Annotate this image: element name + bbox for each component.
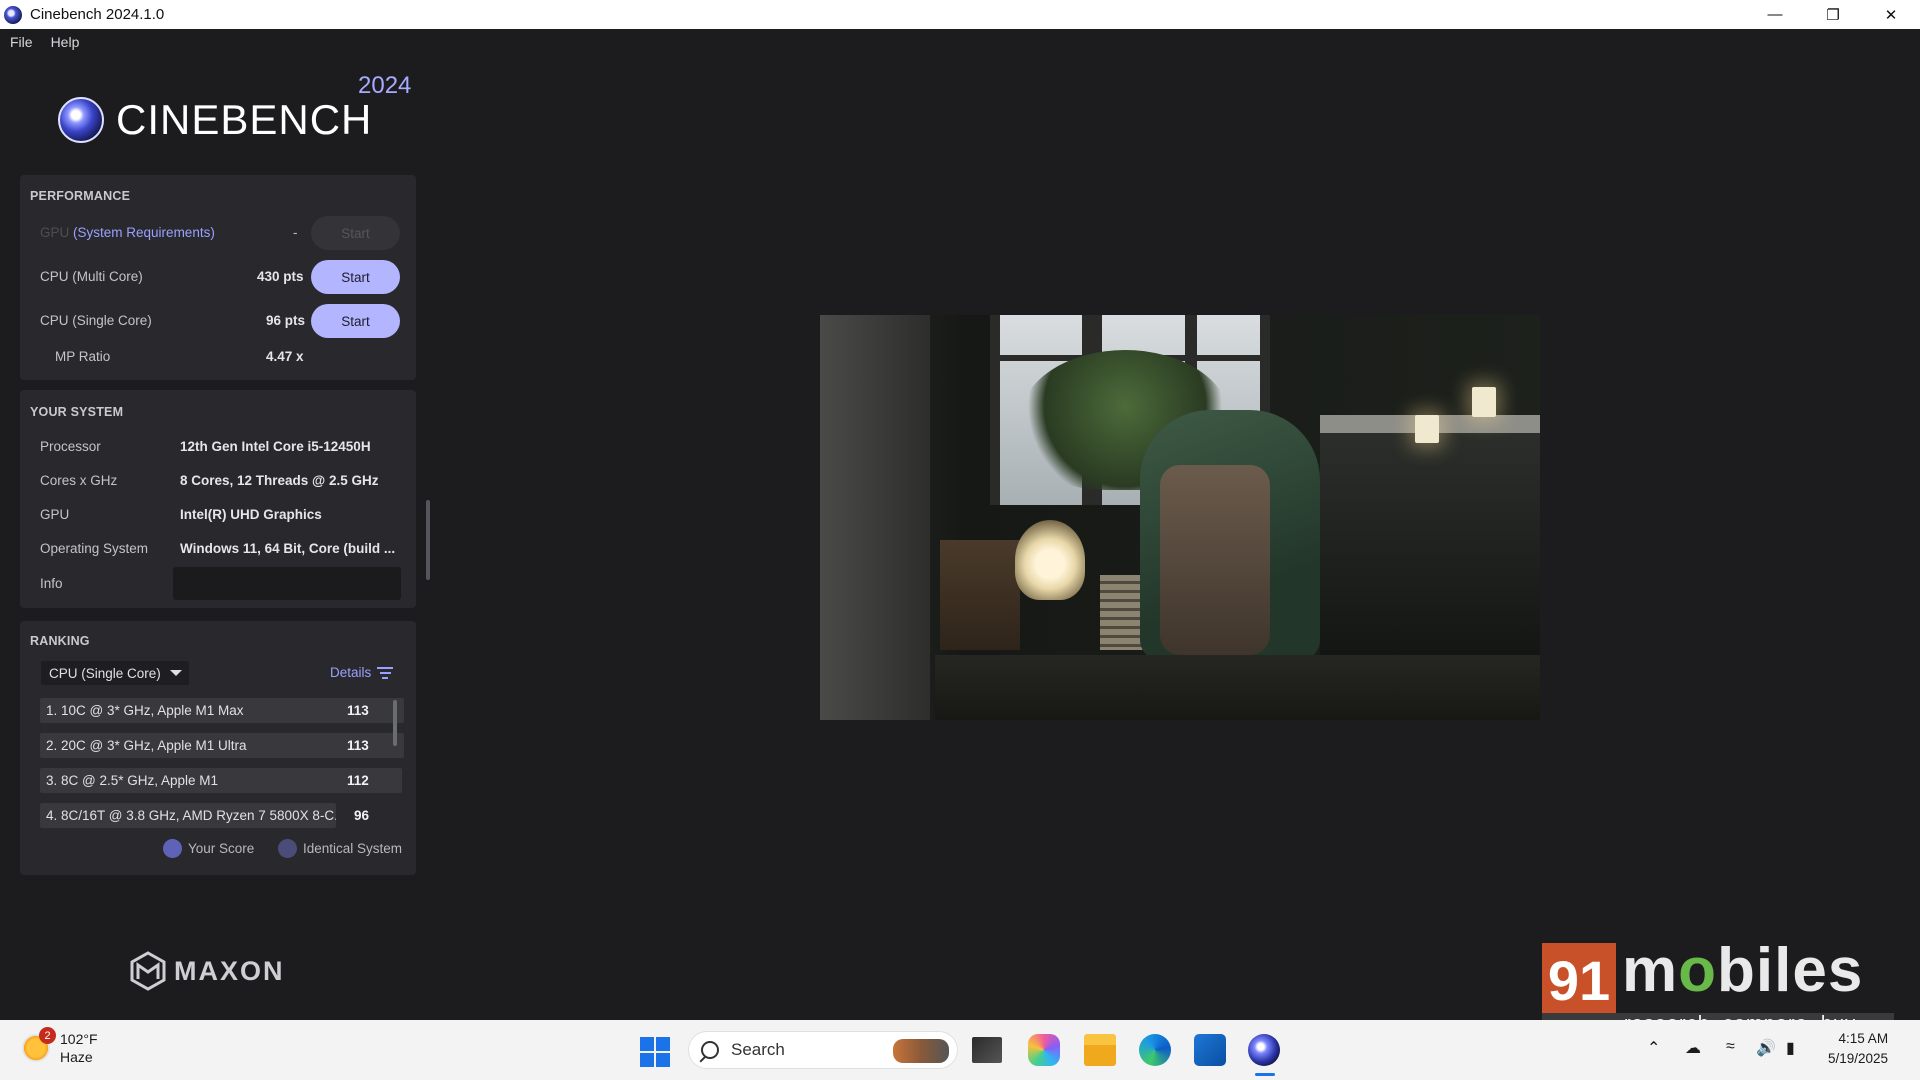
ranking-row-name: 1. 10C @ 3* GHz, Apple M1 Max [46,703,244,718]
os-label: Operating System [40,541,149,556]
legend-identical-label: Identical System [303,841,403,856]
ranking-type-selected: CPU (Single Core) [49,665,161,681]
windows-start-icon[interactable] [640,1037,670,1067]
watermark-brand: mobiles [1622,936,1864,1005]
logo-year: 2024 [358,72,412,99]
search-icon [701,1041,719,1059]
processor-label: Processor [40,439,101,454]
your-score-dot-icon [163,839,182,858]
cinebench-logo: CINEBENCH 2024 [58,72,411,144]
menu-help[interactable]: Help [51,34,80,50]
maxon-wordmark: MAXON [174,955,285,986]
legend-your-score-label: Your Score [188,841,255,856]
system-requirements-link[interactable]: (System Requirements) [73,225,215,240]
gpu-label-text: GPU [40,225,70,240]
filter-icon [377,666,394,679]
legend-identical-system: Identical System [278,839,402,858]
restore-button[interactable]: ❐ [1804,0,1862,29]
chevron-down-icon [170,670,182,676]
weather-badge: 2 [39,1027,56,1044]
ranking-title: RANKING [30,634,90,648]
ranking-row-name: 4. 8C/16T @ 3.8 GHz, AMD Ryzen 7 5800X 8… [46,808,336,823]
legend-your-score: Your Score [163,839,254,858]
ranking-type-dropdown[interactable]: CPU (Single Core) [41,661,189,685]
ranking-row-name: 2. 20C @ 3* GHz, Apple M1 Ultra [46,738,247,753]
weather-condition: Haze [60,1049,93,1065]
logo-wordmark: CINEBENCH [116,96,373,143]
ranking-row-score: 96 [354,808,370,823]
close-button[interactable]: ✕ [1862,0,1920,29]
cpu-multi-score: 430 pts [257,269,304,284]
cores-label: Cores x GHz [40,473,118,488]
gpu-label: GPU (System Requirements) [40,225,215,240]
ranking-row-score: 112 [347,773,369,788]
gpu-info-value: Intel(R) UHD Graphics [180,507,322,522]
cores-value: 8 Cores, 12 Threads @ 2.5 GHz [180,473,379,488]
os-value: Windows 11, 64 Bit, Core (build ... [180,541,396,556]
watermark-number: 91 [1542,943,1616,1017]
identical-system-dot-icon [278,839,297,858]
clock-time: 4:15 AM [1838,1031,1889,1046]
wifi-icon[interactable]: ≈ [1726,1038,1735,1056]
task-view-icon[interactable] [972,1037,1002,1063]
weather-temp: 102°F [60,1031,98,1047]
menu-bar: File Help [0,29,87,55]
ranking-row-name: 3. 8C @ 2.5* GHz, Apple M1 [46,773,219,788]
your-system-panel: YOUR SYSTEM Processor 12th Gen Intel Cor… [20,390,416,608]
ranking-scrollbar[interactable] [393,700,397,746]
performance-panel: PERFORMANCE GPU (System Requirements) - … [20,175,416,380]
cpu-multi-label: CPU (Multi Core) [40,269,143,284]
performance-title: PERFORMANCE [30,189,131,203]
cpu-single-score: 96 pts [266,313,306,328]
title-bar: Cinebench 2024.1.0 — ❐ ✕ [0,0,1920,29]
ranking-row-score: 113 [347,738,369,753]
tray-overflow-icon[interactable]: ⌃ [1647,1038,1660,1058]
mp-ratio-value: 4.47 x [266,349,304,364]
microsoft-store-icon[interactable] [1194,1034,1226,1066]
ranking-row-score: 113 [347,703,369,718]
onedrive-offline-icon[interactable]: ☁ [1685,1038,1701,1058]
edge-browser-icon[interactable] [1139,1034,1171,1066]
clock-date: 5/19/2025 [1828,1051,1889,1066]
volume-icon[interactable]: 🔊 [1756,1038,1776,1058]
cpu-multi-start-button[interactable]: Start [311,260,400,294]
render-preview [820,315,1540,720]
info-input[interactable] [173,567,401,600]
cpu-single-label: CPU (Single Core) [40,313,152,328]
processor-value: 12th Gen Intel Core i5-12450H [180,439,371,454]
gpu-start-button[interactable]: Start [311,216,400,250]
battery-icon[interactable]: ▮ [1786,1038,1795,1058]
weather-sun-icon: 2 [22,1027,56,1062]
details-button[interactable]: Details [330,665,394,680]
gpu-score: - [293,225,298,240]
cinebench-taskbar-icon[interactable] [1248,1034,1280,1066]
info-label: Info [40,576,63,591]
taskbar-clock[interactable]: 4:15 AM 5/19/2025 [1828,1029,1888,1069]
taskbar-search-placeholder: Search [731,1040,785,1059]
copilot-icon[interactable] [1028,1034,1060,1066]
active-app-indicator [1255,1073,1275,1076]
menu-file[interactable]: File [10,34,33,50]
maxon-logo: MAXON [130,951,285,991]
search-highlight-icon [893,1039,949,1063]
file-explorer-icon[interactable] [1084,1034,1116,1066]
ranking-row-4[interactable]: 4. 8C/16T @ 3.8 GHz, AMD Ryzen 7 5800X 8… [40,803,336,828]
window-title: Cinebench 2024.1.0 [30,6,165,23]
cpu-single-start-button[interactable]: Start [311,304,400,338]
side-panel-scrollbar[interactable] [426,500,430,580]
taskbar: 2 102°F Haze Search ⌃ ☁ ≈ 🔊 ▮ 4:15 AM 5/… [0,1020,1920,1080]
minimize-button[interactable]: — [1746,0,1804,29]
mp-ratio-label: MP Ratio [55,349,111,364]
cinebench-sphere-icon [58,97,104,143]
your-system-title: YOUR SYSTEM [30,405,124,419]
gpu-info-label: GPU [40,507,70,522]
weather-widget[interactable]: 2 102°F Haze [22,1027,98,1066]
details-label: Details [330,665,372,680]
ranking-panel: RANKING CPU (Single Core) Details 1. 10C… [20,621,416,875]
cinebench-app-icon [4,5,22,24]
taskbar-search-box[interactable]: Search [688,1031,958,1069]
maxon-hexagon-icon [130,951,166,991]
